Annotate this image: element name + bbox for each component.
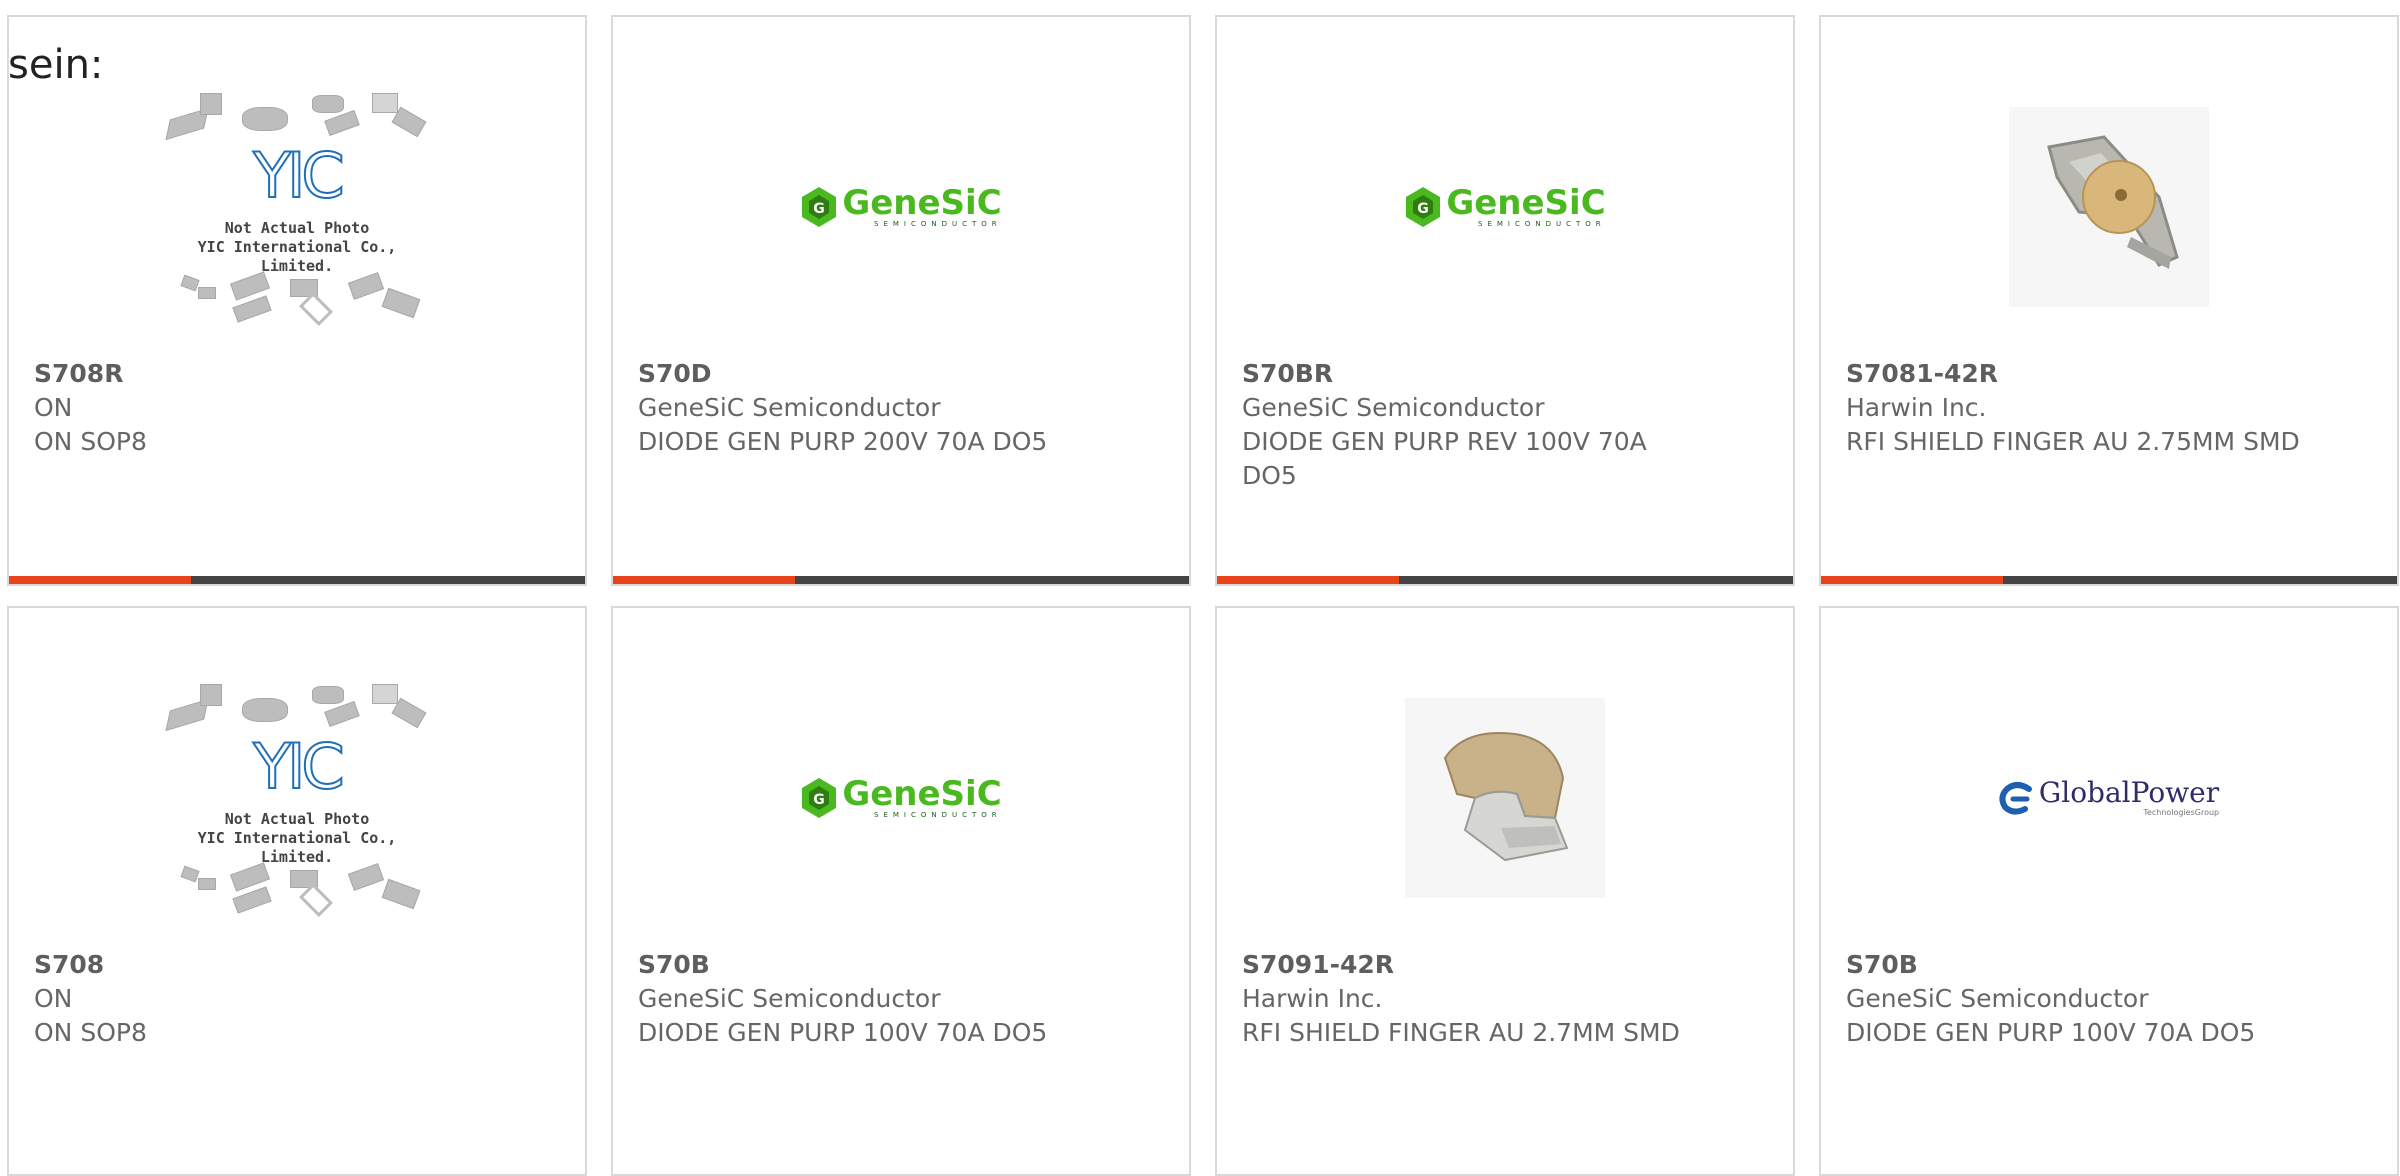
description: DIODE GEN PURP REV 100V 70A DO5 bbox=[1242, 427, 1647, 490]
product-card[interactable]: G GeneSiC SEMICONDUCTOR S70B GeneSiC Sem… bbox=[611, 606, 1191, 1176]
description: DIODE GEN PURP 200V 70A DO5 bbox=[638, 427, 1048, 456]
product-info: S7091-42R Harwin Inc. RFI SHIELD FINGER … bbox=[1242, 948, 1703, 1050]
part-number[interactable]: S7091-42R bbox=[1242, 948, 1703, 982]
product-image[interactable]: G GeneSiC SEMICONDUCTOR bbox=[613, 57, 1189, 357]
caption-line: Not Actual Photo bbox=[224, 219, 370, 237]
manufacturer: ON bbox=[34, 393, 73, 422]
accent-bar bbox=[613, 576, 795, 584]
globalpower-swirl-icon bbox=[1999, 782, 2032, 815]
product-image[interactable]: YIC Not Actual Photo YIC International C… bbox=[9, 57, 585, 357]
product-card[interactable]: G GeneSiC SEMICONDUCTOR S70BR GeneSiC Se… bbox=[1215, 15, 1795, 586]
caption-line: YIC International Co., Limited. bbox=[197, 829, 397, 866]
part-number[interactable]: S708 bbox=[34, 948, 495, 982]
hexagon-icon: G bbox=[1406, 187, 1441, 227]
logo-word: GeneSiC bbox=[842, 183, 1002, 223]
product-card[interactable]: YIC Not Actual Photo YIC International C… bbox=[7, 606, 587, 1176]
hexagon-icon: G bbox=[802, 187, 837, 227]
product-image[interactable] bbox=[1821, 57, 2397, 357]
accent-bar bbox=[1217, 576, 1399, 584]
genesic-logo: G GeneSiC SEMICONDUCTOR bbox=[1404, 183, 1606, 228]
caption-line: Not Actual Photo bbox=[224, 810, 370, 828]
product-info: S708 ON ON SOP8 bbox=[34, 948, 495, 1050]
genesic-logo: G GeneSiC SEMICONDUCTOR bbox=[800, 183, 1002, 228]
svg-text:G: G bbox=[814, 201, 826, 217]
product-image[interactable]: YIC Not Actual Photo YIC International C… bbox=[9, 648, 585, 948]
caption-line: YIC International Co., Limited. bbox=[197, 238, 397, 275]
part-number[interactable]: S708R bbox=[34, 357, 495, 391]
product-info: S70BR GeneSiC Semiconductor DIODE GEN PU… bbox=[1242, 357, 1703, 493]
description: ON SOP8 bbox=[34, 1018, 147, 1047]
image-caption: Not Actual Photo YIC International Co., … bbox=[162, 219, 432, 276]
description: RFI SHIELD FINGER AU 2.7MM SMD bbox=[1242, 1018, 1680, 1047]
description: RFI SHIELD FINGER AU 2.75MM SMD bbox=[1846, 427, 2300, 456]
description: ON SOP8 bbox=[34, 427, 147, 456]
product-card[interactable]: G GeneSiC SEMICONDUCTOR S70D GeneSiC Sem… bbox=[611, 15, 1191, 586]
image-caption: Not Actual Photo YIC International Co., … bbox=[162, 810, 432, 867]
product-info: S70B GeneSiC Semiconductor DIODE GEN PUR… bbox=[638, 948, 1099, 1050]
product-card[interactable]: GlobalPower TechnologiesGroup S70B GeneS… bbox=[1819, 606, 2399, 1176]
manufacturer: ON bbox=[34, 984, 73, 1013]
logo-word: GeneSiC bbox=[842, 774, 1002, 814]
product-card[interactable]: YIC Not Actual Photo YIC International C… bbox=[7, 15, 587, 586]
yic-placeholder-image: YIC Not Actual Photo YIC International C… bbox=[162, 87, 432, 327]
logo-sub: TechnologiesGroup bbox=[2143, 808, 2220, 817]
lead-text: sein: bbox=[8, 42, 104, 88]
product-info: S7081-42R Harwin Inc. RFI SHIELD FINGER … bbox=[1846, 357, 2307, 459]
yic-placeholder-image: YIC Not Actual Photo YIC International C… bbox=[162, 678, 432, 918]
manufacturer: Harwin Inc. bbox=[1242, 984, 1383, 1013]
manufacturer: Harwin Inc. bbox=[1846, 393, 1987, 422]
part-number[interactable]: S70BR bbox=[1242, 357, 1703, 391]
product-image[interactable] bbox=[1217, 648, 1793, 948]
part-number[interactable]: S70B bbox=[638, 948, 1099, 982]
description: DIODE GEN PURP 100V 70A DO5 bbox=[1846, 1018, 2256, 1047]
card-bottom-bar bbox=[1821, 576, 2397, 584]
part-number[interactable]: S70D bbox=[638, 357, 1099, 391]
hexagon-icon: G bbox=[802, 778, 837, 818]
svg-text:G: G bbox=[814, 792, 826, 808]
yic-logo: YIC bbox=[252, 730, 345, 803]
shield-finger-photo bbox=[1405, 698, 1605, 898]
accent-bar bbox=[9, 576, 191, 584]
product-image[interactable]: GlobalPower TechnologiesGroup bbox=[1821, 648, 2397, 948]
product-card[interactable]: S7091-42R Harwin Inc. RFI SHIELD FINGER … bbox=[1215, 606, 1795, 1176]
yic-logo: YIC bbox=[252, 139, 345, 212]
manufacturer: GeneSiC Semiconductor bbox=[638, 393, 941, 422]
description: DIODE GEN PURP 100V 70A DO5 bbox=[638, 1018, 1048, 1047]
manufacturer: GeneSiC Semiconductor bbox=[638, 984, 941, 1013]
svg-text:G: G bbox=[1418, 201, 1430, 217]
card-bottom-bar bbox=[613, 576, 1189, 584]
part-number[interactable]: S7081-42R bbox=[1846, 357, 2307, 391]
product-info: S708R ON ON SOP8 bbox=[34, 357, 495, 459]
card-bottom-bar bbox=[1217, 576, 1793, 584]
card-bottom-bar bbox=[9, 576, 585, 584]
manufacturer: GeneSiC Semiconductor bbox=[1242, 393, 1545, 422]
logo-word: GlobalPower bbox=[2038, 776, 2220, 809]
product-card[interactable]: S7081-42R Harwin Inc. RFI SHIELD FINGER … bbox=[1819, 15, 2399, 586]
product-info: S70D GeneSiC Semiconductor DIODE GEN PUR… bbox=[638, 357, 1099, 459]
product-info: S70B GeneSiC Semiconductor DIODE GEN PUR… bbox=[1846, 948, 2307, 1050]
globalpower-logo: GlobalPower TechnologiesGroup bbox=[1999, 778, 2219, 818]
shield-finger-photo bbox=[2009, 107, 2209, 307]
part-number[interactable]: S70B bbox=[1846, 948, 2307, 982]
product-image[interactable]: G GeneSiC SEMICONDUCTOR bbox=[613, 648, 1189, 948]
product-image[interactable]: G GeneSiC SEMICONDUCTOR bbox=[1217, 57, 1793, 357]
logo-word: GeneSiC bbox=[1446, 183, 1606, 223]
manufacturer: GeneSiC Semiconductor bbox=[1846, 984, 2149, 1013]
accent-bar bbox=[1821, 576, 2003, 584]
genesic-logo: G GeneSiC SEMICONDUCTOR bbox=[800, 774, 1002, 819]
